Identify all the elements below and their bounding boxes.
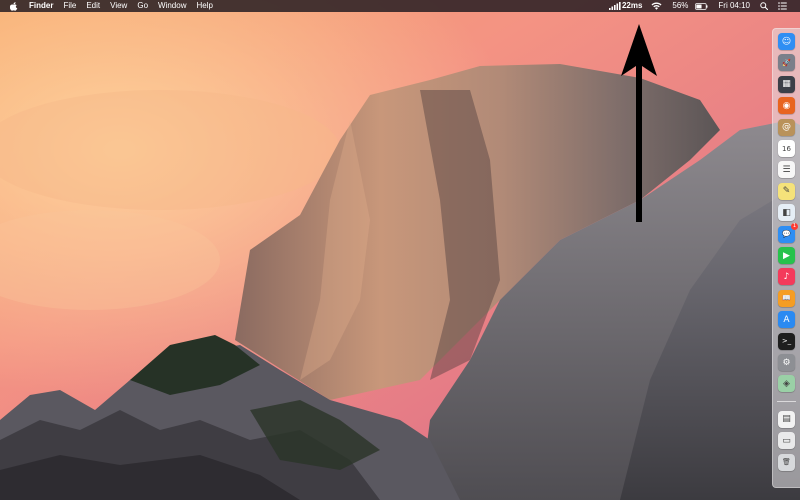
dock-terminal-icon[interactable]: >_ <box>778 332 795 350</box>
annotation-arrow-icon <box>621 24 657 222</box>
dock-icon-glyph: @ <box>782 122 791 133</box>
dock-icon-glyph: 🗑 <box>782 458 791 467</box>
dock-finder-icon[interactable]: ☺ <box>778 33 795 50</box>
dock-ibooks-icon[interactable]: 📖 <box>778 289 795 307</box>
menu-edit[interactable]: Edit <box>81 0 105 12</box>
dock-itunes-icon[interactable]: ♪ <box>778 268 795 286</box>
menu-window[interactable]: Window <box>153 0 191 12</box>
dock-reminders-icon[interactable]: ☰ <box>778 161 795 179</box>
wallpaper <box>0 0 800 500</box>
menu-go[interactable]: Go <box>132 0 153 12</box>
dock-document-icon[interactable]: ▤ <box>778 410 795 428</box>
signal-bars-icon <box>608 2 621 10</box>
menu-bar: Finder File Edit View Go Window Help 22m… <box>0 0 800 12</box>
dock-icon-glyph: ☺ <box>781 36 792 47</box>
desktop: Finder File Edit View Go Window Help 22m… <box>0 0 800 500</box>
dock-firefox-icon[interactable]: ◉ <box>778 97 795 115</box>
dock-icon-glyph: ◈ <box>783 378 790 389</box>
dock-icon-glyph: ✎ <box>782 186 791 197</box>
dock-icon-glyph: ◉ <box>782 100 791 111</box>
dock: ☺ 🚀 ▦ ◉ @16 ☰ ✎ ◧ 💬 1 ▶ ♪ 📖 A >_ ⚙ ◈ ▤ ▭ 🗑 <box>772 28 800 488</box>
dock-mission-control-icon[interactable]: ▦ <box>778 75 795 93</box>
dock-trash-icon[interactable]: 🗑 <box>778 453 795 471</box>
dock-downloads-icon[interactable]: ▭ <box>778 432 795 450</box>
dock-icon-glyph: ▦ <box>782 79 791 90</box>
ping-value: 22ms <box>621 1 643 10</box>
dock-facetime-icon[interactable]: ▶ <box>778 247 795 264</box>
notification-center-icon[interactable] <box>773 2 792 10</box>
dock-notes-icon[interactable]: ✎ <box>778 182 795 200</box>
menu-help[interactable]: Help <box>191 0 217 12</box>
dock-icon-glyph: ◧ <box>782 207 791 218</box>
dock-icon-glyph: >_ <box>781 337 792 346</box>
dock-icon-glyph: ⚙ <box>782 357 791 368</box>
spotlight-search-icon[interactable] <box>755 2 773 10</box>
dock-icon-glyph: 🚀 <box>782 58 791 67</box>
dock-messages-icon[interactable]: 💬 1 <box>778 222 798 243</box>
dock-icon-glyph: 📖 <box>782 294 791 303</box>
dock-icon-glyph: ▤ <box>782 414 791 425</box>
menu-view[interactable]: View <box>105 0 132 12</box>
dock-icon-glyph: ▭ <box>782 435 791 446</box>
dock-contacts-icon[interactable]: @ <box>778 118 795 136</box>
dock-app-store-icon[interactable]: A <box>778 311 795 329</box>
dock-icon-glyph: 💬 <box>782 230 791 239</box>
ping-status[interactable]: 22ms <box>604 0 646 12</box>
menu-file[interactable]: File <box>58 0 81 12</box>
dock-icon-glyph: A <box>783 314 790 325</box>
dock-calendar-icon[interactable]: 16 <box>778 140 795 157</box>
dock-separator <box>777 400 796 402</box>
app-name-menu[interactable]: Finder <box>24 0 58 12</box>
dock-security-icon[interactable]: ◈ <box>778 375 795 393</box>
dock-launchpad-icon[interactable]: 🚀 <box>778 54 795 72</box>
dock-system-preferences-icon[interactable]: ⚙ <box>778 354 795 371</box>
battery-icon[interactable] <box>690 2 713 10</box>
dock-icon-glyph: ▶ <box>783 250 790 261</box>
notification-badge: 1 <box>791 222 798 230</box>
dock-icon-glyph: 16 <box>782 144 791 153</box>
battery-percent[interactable]: 56% <box>667 0 690 12</box>
dock-preview-icon[interactable]: ◧ <box>778 204 795 222</box>
wifi-icon[interactable] <box>646 2 667 10</box>
dock-icon-glyph: ♪ <box>783 271 790 282</box>
dock-icon-glyph: ☰ <box>782 164 791 175</box>
clock[interactable]: Fri 04:10 <box>713 0 755 12</box>
apple-menu-icon[interactable] <box>0 1 24 11</box>
